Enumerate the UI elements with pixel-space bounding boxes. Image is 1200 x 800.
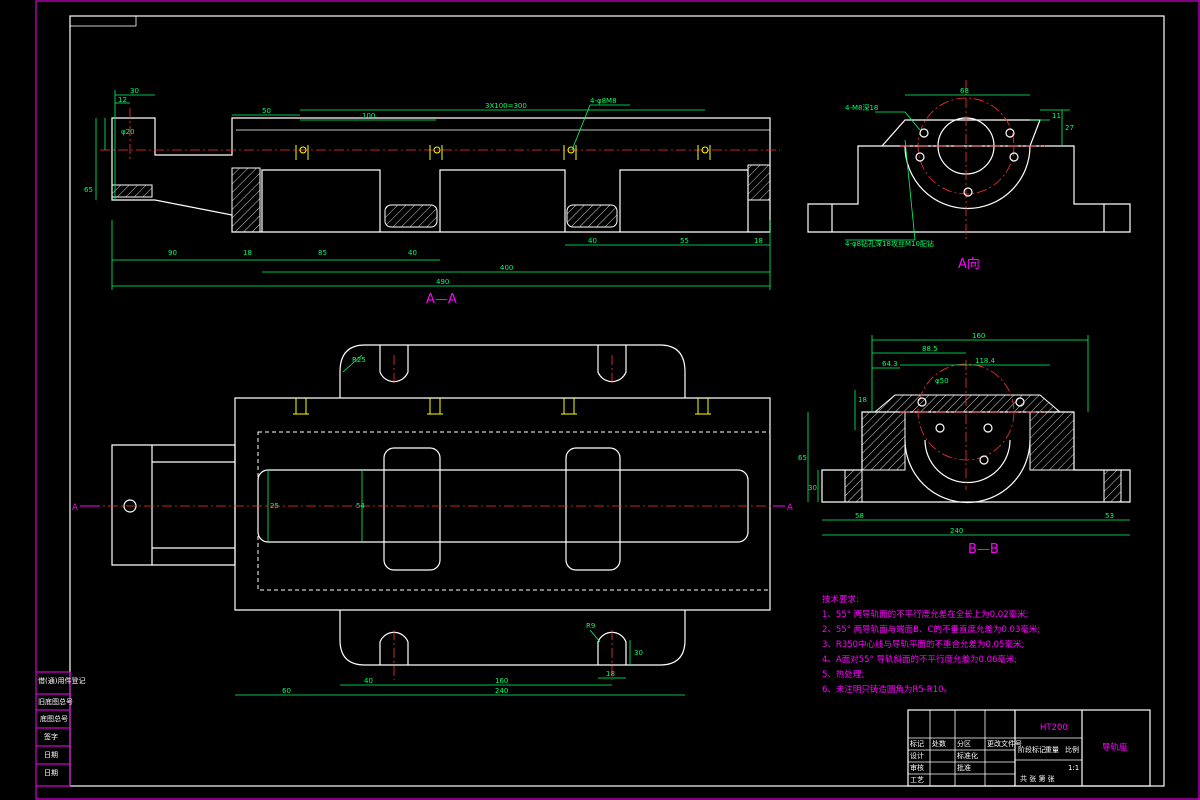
adir-dim-11: 11: [1052, 112, 1061, 120]
plan-section-a-left: A: [72, 503, 78, 513]
tech-note-5: 5、热处理;: [822, 669, 864, 680]
strip-cell-2: 旧底图总号: [38, 697, 73, 706]
title-role-approve: 批准: [957, 763, 971, 772]
strip-cell-5: 日期: [44, 751, 58, 759]
left-revision-strip: 借(通)用件登记 旧底图总号 底图总号 签字 日期 日期: [35, 671, 85, 787]
aa-dim-400: 400: [500, 264, 513, 272]
aa-dim-55: 55: [680, 237, 689, 245]
bb-dim-53: 53: [1105, 512, 1114, 520]
aa-dim-40b: 40: [588, 237, 597, 245]
title-stage-weight: 重量: [1045, 746, 1059, 754]
plan-dim-30: 30: [634, 649, 643, 657]
title-row-mark: 标记: [910, 739, 924, 748]
plan-dim-r25: R25: [352, 356, 366, 364]
aa-dim-490: 490: [436, 278, 449, 286]
plan-section-a-right: A: [787, 503, 793, 513]
aa-holes-note: 4-φ8M8: [590, 97, 617, 105]
view-a-direction: 68 11 27 4-M8深18 4-φ8钻孔深18攻丝M10配钻 A向: [807, 80, 1131, 272]
bb-dim-18: 18: [858, 396, 867, 404]
top-left-code-box: [69, 15, 137, 27]
strip-cell-4: 签字: [44, 732, 58, 741]
title-role-std: 标准化: [957, 751, 978, 760]
bb-dim-240: 240: [950, 527, 963, 535]
tech-notes-title: 技术要求:: [822, 594, 859, 605]
tech-note-4: 4、A面对55° 导轨斜面的不平行度允差为0.06毫米;: [822, 654, 1017, 665]
title-row-zone: 分区: [957, 739, 971, 748]
aa-dim-phi20: φ20: [121, 128, 135, 136]
view-plan: 60 40 160 240 18 30 R9 R25 54 25 A A: [72, 344, 793, 696]
strip-cell-3: 底图总号: [40, 714, 68, 723]
title-material: HT200: [1040, 723, 1068, 733]
title-row-count: 处数: [932, 739, 946, 748]
adir-dim-68: 68: [960, 87, 969, 95]
cad-drawing-canvas: 30 12 50 100 3X100=300 4-φ8M8 90 18 85 4…: [35, 0, 1200, 800]
plan-dim-160: 160: [495, 677, 508, 685]
aa-dim-3x100: 3X100=300: [485, 102, 527, 110]
aa-dim-18: 18: [243, 249, 252, 257]
bb-dim-58: 58: [855, 512, 864, 520]
bb-dim-64: 64.3: [882, 360, 898, 368]
title-block: HT200 导轨座 1:1 共 张 第 张 标记 处数 分区 更改文件号 设计 …: [907, 709, 1151, 787]
title-role-design: 设计: [910, 751, 924, 760]
view-title-b-b: B—B: [968, 542, 999, 557]
title-row-doc: 更改文件号: [987, 739, 1022, 748]
title-role-process: 工艺: [910, 776, 924, 784]
tech-note-2: 2、55° 两导轨面与端面B、C的不垂直度允差为0.03毫米;: [822, 624, 1040, 635]
aa-dim-85: 85: [318, 249, 327, 257]
bb-dim-88: 88.5: [922, 345, 938, 353]
technical-requirements: 技术要求: 1、55° 两导轨面的不平行度允差在全长上为0.02毫米; 2、55…: [822, 594, 1040, 695]
aa-dim-100: 100: [362, 112, 375, 120]
view-title-a-direction: A向: [958, 256, 980, 272]
aa-dim-18b: 18: [754, 237, 763, 245]
title-part-name: 导轨座: [1102, 742, 1128, 753]
bb-dim-118: 118.4: [975, 357, 996, 365]
plan-dim-240: 240: [495, 687, 508, 695]
plan-dim-40: 40: [364, 677, 373, 685]
bb-dim-160: 160: [972, 332, 985, 340]
tech-note-3: 3、R350中心线与导轨平面的不重合允差为0.05毫米;: [822, 639, 1024, 650]
adir-dim-27: 27: [1065, 124, 1074, 132]
title-sheet: 共 张 第 张: [1020, 774, 1055, 783]
strip-cell-6: 日期: [44, 769, 58, 777]
aa-dim-40a: 40: [408, 249, 417, 257]
title-stage-scale: 比例: [1065, 745, 1079, 754]
title-scale: 1:1: [1068, 764, 1079, 772]
adir-note-drill: 4-φ8钻孔深18攻丝M10配钻: [845, 239, 934, 248]
view-a-a: 30 12 50 100 3X100=300 4-φ8M8 90 18 85 4…: [84, 87, 780, 307]
tech-note-1: 1、55° 两导轨面的不平行度允差在全长上为0.02毫米;: [822, 609, 1028, 620]
adir-note-m8: 4-M8深18: [845, 103, 878, 112]
bb-dim-65: 65: [798, 454, 807, 462]
bb-dim-phi50: φ50: [935, 377, 949, 385]
plan-dim-18: 18: [606, 670, 615, 678]
aa-dim-65: 65: [84, 186, 93, 194]
plan-dim-60: 60: [282, 687, 291, 695]
aa-dim-50: 50: [262, 107, 271, 115]
aa-dim-90: 90: [168, 249, 177, 257]
plan-dim-25: 25: [270, 502, 279, 510]
plan-dim-r9: R9: [586, 622, 595, 630]
view-b-b: 160 88.5 118.4 64.3 φ50 65 30 18 58 53 2…: [798, 332, 1131, 557]
aa-dim-12: 12: [118, 96, 127, 104]
tech-note-6: 6、未注明只铸造圆角为R5-R10。: [822, 684, 952, 695]
title-stage-mark: 阶段标记: [1018, 745, 1046, 754]
view-title-a-a: A—A: [426, 292, 457, 307]
title-role-review: 审核: [910, 763, 924, 772]
strip-cell-1: 借(通)用件登记: [38, 676, 85, 685]
plan-dim-54: 54: [356, 502, 365, 510]
aa-dim-30: 30: [130, 87, 139, 95]
bb-dim-30: 30: [808, 484, 817, 492]
